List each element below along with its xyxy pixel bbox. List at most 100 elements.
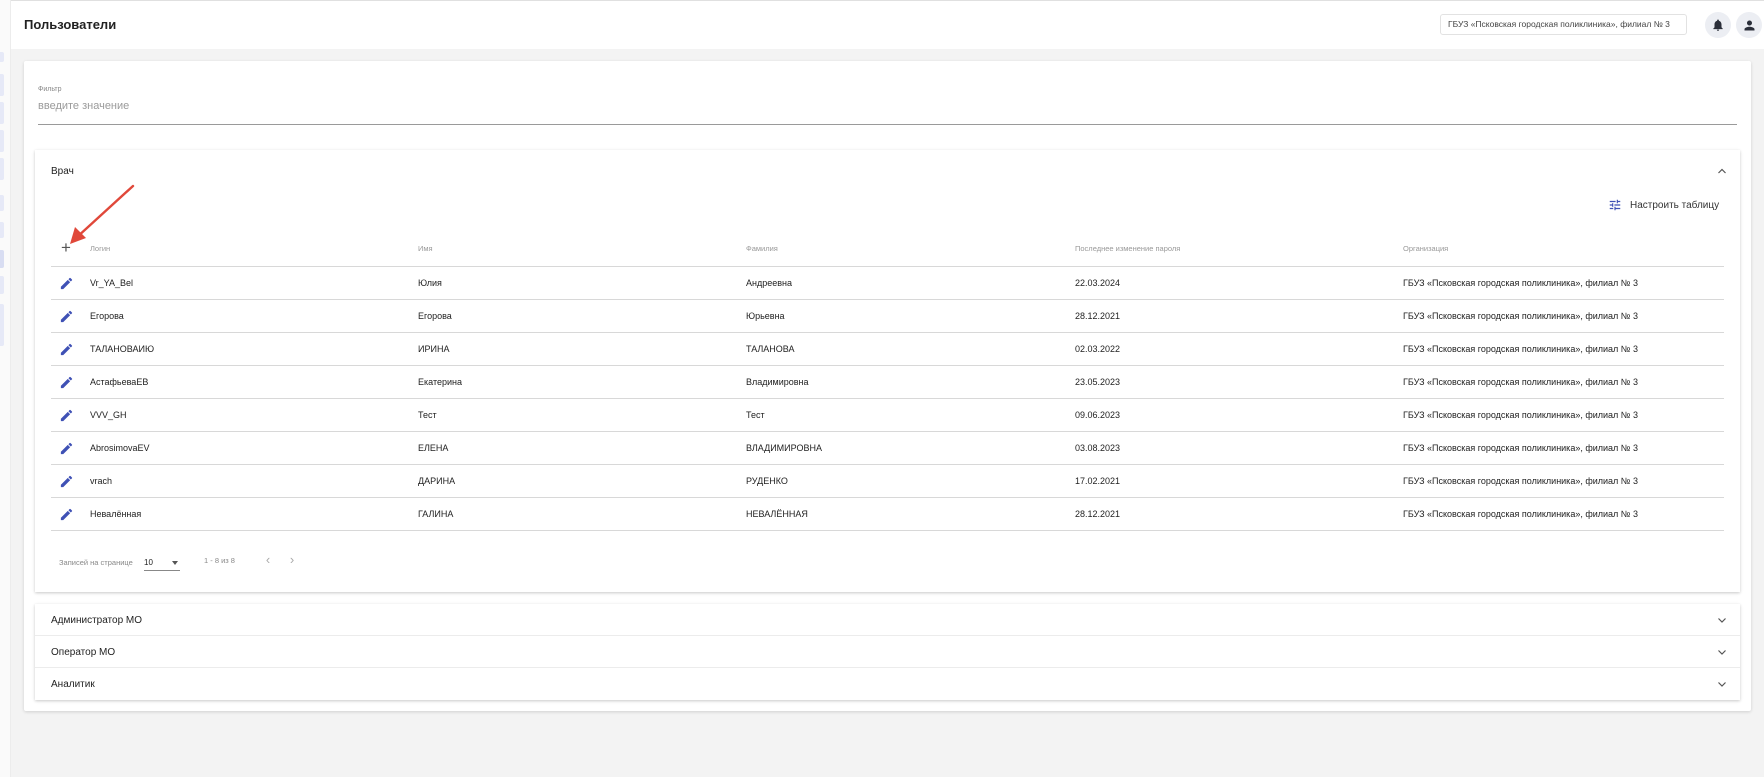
previous-page-button[interactable]: ‹ xyxy=(260,552,276,568)
table-row[interactable]: Невалённая ГАЛИНА НЕВАЛЁННАЯ 28.12.2021 ГБУЗ… xyxy=(51,498,1724,531)
organization-selector[interactable]: ГБУЗ «Псковская городская поликлиника», … xyxy=(1440,14,1687,35)
bell-icon xyxy=(1713,19,1723,31)
column-header-name[interactable]: Имя xyxy=(418,244,433,253)
cell-organization: ГБУЗ «Псковская городская поликлиника», … xyxy=(1403,410,1638,420)
doctors-table: + Логин Имя Фамилия Последнее изменение … xyxy=(51,231,1724,531)
cell-password-change: 09.06.2023 xyxy=(1075,410,1121,420)
cell-name: Егорова xyxy=(418,311,452,321)
pencil-icon[interactable] xyxy=(59,342,74,357)
pencil-icon[interactable] xyxy=(59,408,74,423)
table-row[interactable]: vrach ДАРИНА РУДЕНКО 17.02.2021 ГБУЗ «Псковс… xyxy=(51,465,1724,498)
filter-input[interactable] xyxy=(38,100,1737,112)
cell-name: Юлия xyxy=(418,278,442,288)
rail-marker[interactable] xyxy=(0,130,4,152)
notifications-button[interactable] xyxy=(1705,12,1731,38)
cell-surname: ТАЛАНОВА xyxy=(746,344,795,354)
rail-marker[interactable] xyxy=(0,102,4,124)
rail-marker[interactable] xyxy=(0,158,4,180)
rail-marker[interactable] xyxy=(0,222,4,238)
table-row[interactable]: ТАЛАНОВАИЮ ИРИНА ТАЛАНОВА 02.03.2022 ГБУЗ «П… xyxy=(51,333,1724,366)
cell-organization: ГБУЗ «Псковская городская поликлиника», … xyxy=(1403,476,1638,486)
next-page-button[interactable]: › xyxy=(284,552,300,568)
per-page-value: 10 xyxy=(144,558,153,567)
cell-name: Тест xyxy=(418,410,437,420)
add-user-button[interactable]: + xyxy=(57,238,75,258)
pencil-icon[interactable] xyxy=(59,309,74,324)
table-row[interactable]: AbrosimovaEV ЕЛЕНА ВЛАДИМИРОВНА 03.08.2023 Г… xyxy=(51,432,1724,465)
per-page-select[interactable]: 10 xyxy=(144,552,180,571)
cell-password-change: 28.12.2021 xyxy=(1075,311,1121,321)
chevron-down-icon xyxy=(1718,650,1726,655)
cell-login: Невалённая xyxy=(90,509,142,519)
cell-password-change: 28.12.2021 xyxy=(1075,509,1121,519)
left-rail xyxy=(0,0,11,777)
table-row[interactable]: АстафьеваЕВ Екатерина Владимировна 23.05.20… xyxy=(51,366,1724,399)
table-row[interactable]: Егорова Егорова Юрьевна 28.12.2021 ГБУЗ «Пск… xyxy=(51,300,1724,333)
column-header-organization[interactable]: Организация xyxy=(1403,244,1448,253)
table-row[interactable]: VVV_GH Тест Тест 09.06.2023 ГБУЗ «Псковская … xyxy=(51,399,1724,432)
cell-name: ЕЛЕНА xyxy=(418,443,449,453)
profile-button[interactable] xyxy=(1736,12,1762,38)
rail-marker[interactable] xyxy=(0,250,4,268)
filter-label: Фильтр xyxy=(38,86,62,93)
cell-password-change: 23.05.2023 xyxy=(1075,377,1121,387)
chevron-right-icon: › xyxy=(289,552,295,567)
pencil-icon[interactable] xyxy=(59,474,74,489)
plus-icon: + xyxy=(61,238,71,257)
pencil-icon[interactable] xyxy=(59,276,74,291)
chevron-down-icon xyxy=(1718,682,1726,687)
dropdown-arrow-icon xyxy=(172,561,178,565)
table-row[interactable]: Vr_YA_Bel Юлия Андреевна 22.03.2024 ГБУЗ «Пс… xyxy=(51,267,1724,300)
cell-organization: ГБУЗ «Псковская городская поликлиника», … xyxy=(1403,344,1638,354)
cell-name: Екатерина xyxy=(418,377,462,387)
doctor-panel-title: Врач xyxy=(51,166,74,177)
accordion-title: Администратор МО xyxy=(51,615,143,626)
cell-password-change: 03.08.2023 xyxy=(1075,443,1121,453)
cell-password-change: 02.03.2022 xyxy=(1075,344,1121,354)
accordion-operator-mo[interactable]: Оператор МО xyxy=(35,636,1740,668)
cell-login: АстафьеваЕВ xyxy=(90,377,149,387)
rail-marker[interactable] xyxy=(0,52,4,62)
cell-organization: ГБУЗ «Псковская городская поликлиника», … xyxy=(1403,509,1638,519)
accordion-title: Оператор МО xyxy=(51,647,116,658)
cell-login: Vr_YA_Bel xyxy=(90,278,134,288)
rail-marker[interactable] xyxy=(0,195,4,211)
pencil-icon[interactable] xyxy=(59,375,74,390)
chevron-down-icon xyxy=(1718,618,1726,623)
cell-surname: Андреевна xyxy=(746,278,792,288)
pencil-icon[interactable] xyxy=(59,507,74,522)
accordion-analyst[interactable]: Аналитик xyxy=(35,668,1740,700)
cell-login: ТАЛАНОВАИЮ xyxy=(90,344,155,354)
configure-table-button[interactable]: Настроить таблицу xyxy=(1608,196,1719,214)
tune-icon xyxy=(1609,199,1621,211)
cell-surname: Владимировна xyxy=(746,377,809,387)
filter-field[interactable]: Фильтр xyxy=(38,83,1737,125)
page-title: Пользователи xyxy=(24,17,117,32)
configure-table-label: Настроить таблицу xyxy=(1630,199,1720,211)
cell-organization: ГБУЗ «Псковская городская поликлиника», … xyxy=(1403,443,1638,453)
cell-password-change: 22.03.2024 xyxy=(1075,278,1121,288)
column-header-password-change[interactable]: Последнее изменение пароля xyxy=(1075,244,1180,253)
cell-organization: ГБУЗ «Псковская городская поликлиника», … xyxy=(1403,278,1638,288)
column-header-login[interactable]: Логин xyxy=(90,244,110,253)
cell-surname: НЕВАЛЁННАЯ xyxy=(746,509,808,519)
rail-marker[interactable] xyxy=(0,74,4,96)
chevron-left-icon: ‹ xyxy=(265,552,271,567)
doctor-panel-header[interactable]: Врач xyxy=(35,150,1740,192)
cell-name: ИРИНА xyxy=(418,344,450,354)
cell-login: vrach xyxy=(90,476,113,486)
rail-marker[interactable] xyxy=(0,304,4,346)
column-header-surname[interactable]: Фамилия xyxy=(746,244,778,253)
top-bar: Пользователи ГБУЗ «Псковская городская п… xyxy=(11,0,1764,49)
accordion-admin-mo[interactable]: Администратор МО xyxy=(35,604,1740,636)
page-range: 1 - 8 из 8 xyxy=(204,556,235,565)
cell-password-change: 17.02.2021 xyxy=(1075,476,1121,486)
account-icon xyxy=(1744,20,1754,30)
cell-surname: ВЛАДИМИРОВНА xyxy=(746,443,822,453)
cell-name: ДАРИНА xyxy=(418,476,456,486)
table-header: + Логин Имя Фамилия Последнее изменение … xyxy=(51,231,1724,267)
pencil-icon[interactable] xyxy=(59,441,74,456)
cell-surname: РУДЕНКО xyxy=(746,476,788,486)
chevron-up-icon[interactable] xyxy=(1717,166,1727,176)
rail-marker[interactable] xyxy=(0,276,4,294)
